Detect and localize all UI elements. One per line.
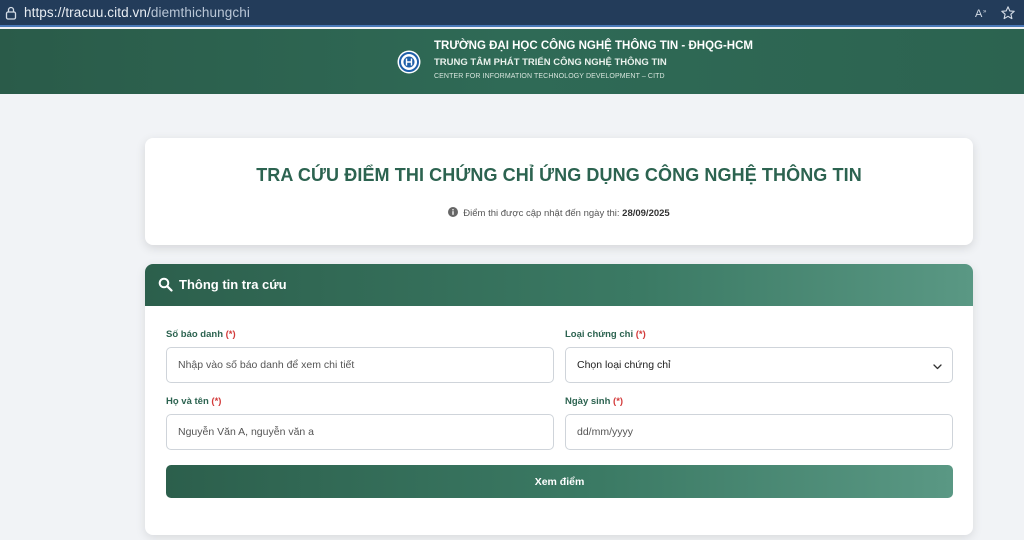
fullname-label-text: Họ và tên — [166, 396, 209, 407]
url-field[interactable]: https://tracuu.citd.vn/diemthichungchi — [24, 5, 250, 20]
update-text: Điểm thi được cập nhật đến ngày thi: — [463, 208, 620, 219]
citd-logo[interactable] — [397, 50, 421, 74]
svg-text:»: » — [983, 9, 987, 15]
title-card: TRA CỨU ĐIỂM THI CHỨNG CHỈ ỨNG DỤNG CÔNG… — [145, 138, 973, 245]
info-icon — [448, 207, 459, 217]
cert-type-label-text: Loại chứng chỉ — [565, 329, 634, 340]
star-icon[interactable] — [1000, 5, 1016, 21]
url-path: diemthichungchi — [150, 5, 250, 20]
site-header: TRƯỜNG ĐẠI HỌC CÔNG NGHỆ THÔNG TIN - ĐHQ… — [0, 29, 1024, 94]
update-date: 28/09/2025 — [622, 208, 670, 219]
required-mark: (*) — [635, 329, 646, 340]
chevron-down-icon — [933, 364, 942, 370]
required-mark: (*) — [613, 396, 624, 407]
fullname-input[interactable] — [166, 414, 554, 450]
required-mark: (*) — [211, 396, 222, 407]
update-note: Điểm thi được cập nhật đến ngày thi: 28/… — [145, 207, 973, 219]
cert-type-label: Loại chứng chỉ (*) — [565, 329, 646, 340]
fullname-label: Họ và tên (*) — [166, 396, 221, 407]
view-score-button[interactable]: Xem điểm — [166, 465, 953, 498]
required-mark: (*) — [225, 329, 236, 340]
reader-mode-icon[interactable]: A » — [974, 5, 990, 21]
page-title: TRA CỨU ĐIỂM THI CHỨNG CHỈ ỨNG DỤNG CÔNG… — [256, 165, 862, 185]
sbd-label: Số báo danh (*) — [166, 329, 236, 340]
university-name: TRƯỜNG ĐẠI HỌC CÔNG NGHỆ THÔNG TIN - ĐHQ… — [434, 40, 753, 52]
browser-address-bar: https://tracuu.citd.vn/diemthichungchi A… — [0, 0, 1024, 27]
center-name-en: CENTER FOR INFORMATION TECHNOLOGY DEVELO… — [434, 73, 665, 80]
svg-text:A: A — [975, 8, 983, 20]
center-name-vi: TRUNG TÂM PHÁT TRIỂN CÔNG NGHỆ THÔNG TIN — [434, 57, 667, 68]
cert-type-select[interactable]: Chọn loại chứng chỉ — [565, 347, 953, 383]
url-host: https://tracuu.citd.vn/ — [24, 5, 151, 20]
form-header: Thông tin tra cứu — [145, 264, 973, 306]
search-form-card: Thông tin tra cứu Số báo danh (*) Loại c… — [145, 264, 973, 535]
cert-type-selected: Chọn loại chứng chỉ — [577, 359, 671, 371]
dob-label: Ngày sinh (*) — [565, 396, 623, 407]
sbd-label-text: Số báo danh — [166, 329, 223, 340]
dob-label-text: Ngày sinh — [565, 396, 611, 407]
lock-icon[interactable] — [4, 6, 18, 20]
sbd-input[interactable] — [166, 347, 554, 383]
form-title: Thông tin tra cứu — [179, 277, 287, 292]
search-icon — [158, 277, 173, 292]
dob-input[interactable] — [565, 414, 953, 450]
